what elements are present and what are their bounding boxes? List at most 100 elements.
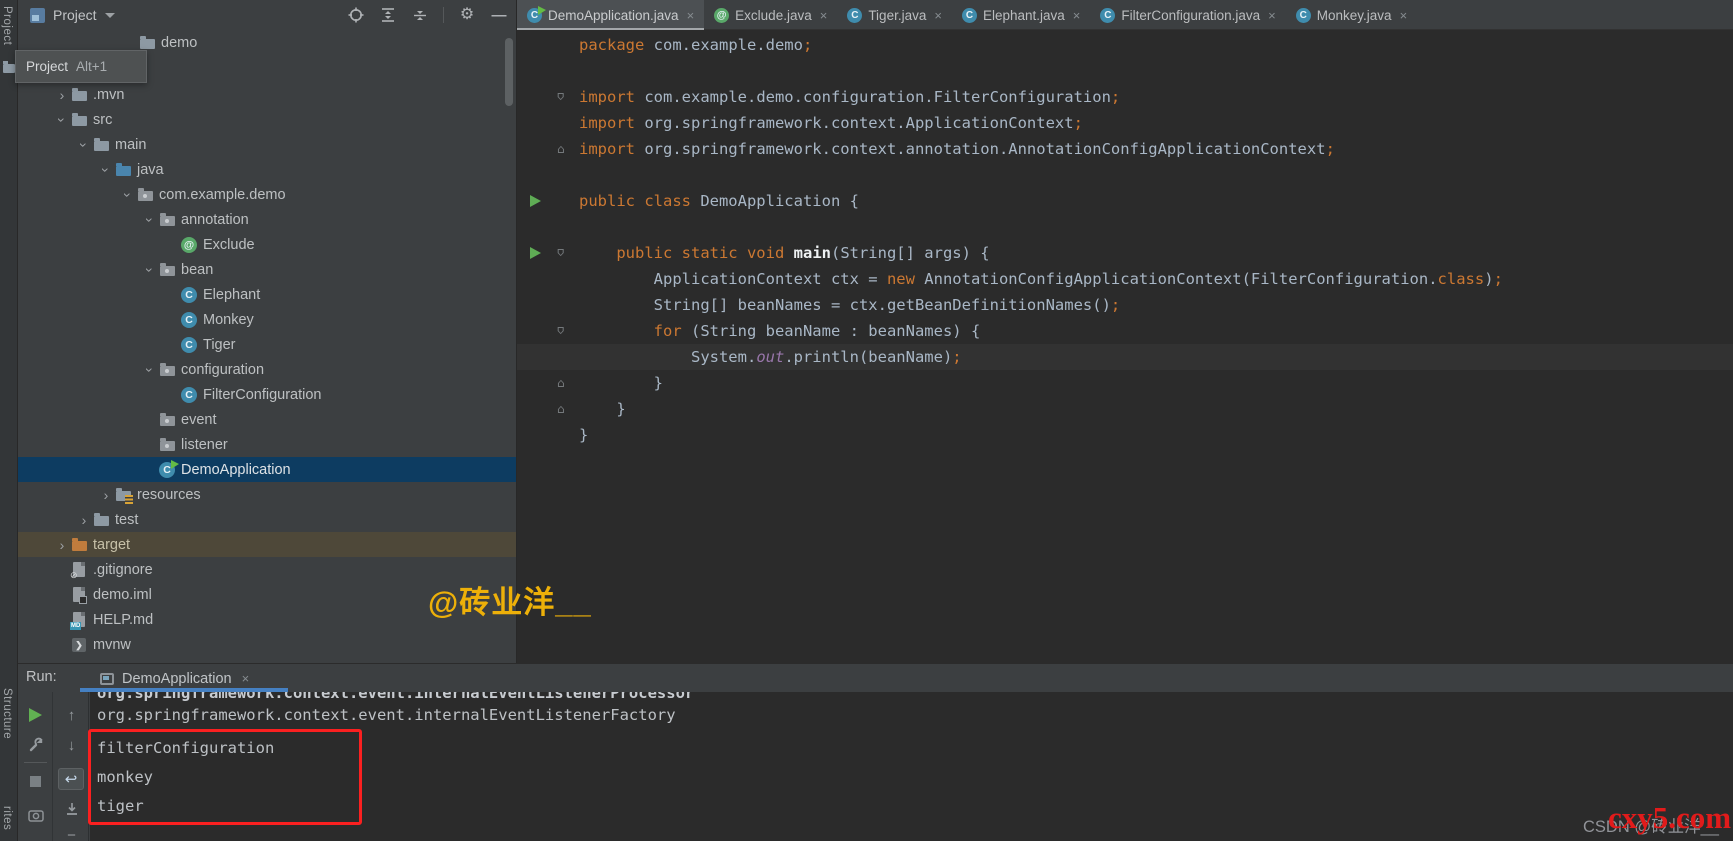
expand-all-icon[interactable] [379, 6, 397, 24]
code-line-7[interactable]: public class DemoApplication { [517, 188, 1733, 214]
code-line-12[interactable]: ⌂ for (String beanName : beanNames) { [517, 318, 1733, 344]
tree-row-mvnw[interactable]: ›❯mvnw [18, 632, 516, 657]
run-gutter-icon[interactable] [530, 247, 541, 259]
tree-row-filterconfiguration[interactable]: ›CFilterConfiguration [18, 382, 516, 407]
strip-label-structure[interactable]: Structure [1, 688, 13, 739]
code-line-13[interactable]: System.out.println(beanName); [517, 344, 1733, 370]
strip-label-favorites[interactable]: rites [1, 806, 13, 830]
code-line-15[interactable]: ⌂ } [517, 396, 1733, 422]
class-icon: C [1100, 8, 1115, 23]
tree-row-main[interactable]: ›main [18, 132, 516, 157]
tree-chevron-icon[interactable]: › [120, 187, 136, 203]
run-tab-close-icon[interactable]: × [242, 671, 250, 686]
tree-row-tiger[interactable]: ›CTiger [18, 332, 516, 357]
console-icon [100, 673, 114, 685]
tree-row-mvn[interactable]: ›.mvn [18, 82, 516, 107]
editor-tab-monkey[interactable]: CMonkey.java× [1286, 0, 1417, 30]
run-gutter-icon[interactable] [530, 195, 541, 207]
code-line-3[interactable]: ⌂import com.example.demo.configuration.F… [517, 84, 1733, 110]
more-options-icon[interactable]: − [54, 824, 89, 841]
rerun-button[interactable] [18, 704, 53, 726]
code-editor[interactable]: package com.example.demo; ⌂import com.exa… [517, 30, 1733, 663]
folder-icon [72, 91, 87, 101]
tree-row-bean[interactable]: ›bean [18, 257, 516, 282]
settings-wrench-icon[interactable] [18, 734, 53, 756]
tree-row-configuration[interactable]: ›configuration [18, 357, 516, 382]
code-line-14[interactable]: ⌂ } [517, 370, 1733, 396]
up-stacktrace-icon[interactable]: ↑ [54, 704, 89, 726]
collapse-all-icon[interactable] [411, 6, 429, 24]
scroll-to-end-icon[interactable] [54, 798, 89, 820]
soft-wrap-toggle[interactable]: ↩ [58, 768, 84, 790]
tree-chevron-icon[interactable]: › [98, 162, 114, 178]
tree-row-elephant[interactable]: ›CElephant [18, 282, 516, 307]
code-line-4[interactable]: import org.springframework.context.Appli… [517, 110, 1733, 136]
editor-tab-exclude[interactable]: @Exclude.java× [704, 0, 837, 30]
fold-marker-icon[interactable]: ⌂ [557, 84, 565, 110]
stop-button[interactable] [18, 770, 53, 792]
down-stacktrace-icon[interactable]: ↓ [54, 734, 89, 756]
editor-tab-tiger[interactable]: CTiger.java× [837, 0, 952, 30]
tab-close-icon[interactable]: × [687, 8, 695, 23]
code-line-1[interactable]: package com.example.demo; [517, 32, 1733, 58]
tree-scrollbar[interactable] [505, 38, 513, 106]
tab-close-icon[interactable]: × [1400, 8, 1408, 23]
tree-row-demoapplication[interactable]: ›CDemoApplication [18, 457, 516, 482]
tree-chevron-icon[interactable]: › [54, 87, 70, 103]
project-panel-title[interactable]: Project [53, 7, 97, 23]
tree-row-event[interactable]: ›event [18, 407, 516, 432]
tree-row-java[interactable]: ›java [18, 157, 516, 182]
tree-chevron-icon[interactable]: › [142, 362, 158, 378]
tab-close-icon[interactable]: × [1268, 8, 1276, 23]
class-icon: C [962, 8, 977, 23]
locate-file-icon[interactable] [347, 6, 365, 24]
code-line-9[interactable]: ⌂ public static void main(String[] args)… [517, 240, 1733, 266]
strip-label-project[interactable]: Project [1, 6, 13, 45]
tree-chevron-icon[interactable]: › [54, 112, 70, 128]
run-console[interactable]: org.springframework.context.event.intern… [90, 692, 1733, 841]
tree-chevron-icon[interactable]: › [54, 537, 70, 553]
screenshot-icon[interactable] [18, 804, 53, 826]
code-line-8[interactable] [517, 214, 1733, 240]
fold-marker-icon[interactable]: ⌂ [557, 240, 565, 266]
tree-chevron-icon[interactable]: › [142, 212, 158, 228]
chevron-down-icon[interactable] [105, 13, 115, 18]
editor-tab-demoapplication[interactable]: CDemoApplication.java× [517, 0, 704, 30]
class-run-icon: C [527, 8, 542, 23]
code-line-16[interactable]: } [517, 422, 1733, 448]
editor-tab-elephant[interactable]: CElephant.java× [952, 0, 1090, 30]
tree-row-resources[interactable]: ›resources [18, 482, 516, 507]
tree-row-target[interactable]: ›target [18, 532, 516, 557]
tree-row-comexampledemo[interactable]: ›com.example.demo [18, 182, 516, 207]
tree-row-exclude[interactable]: ›@Exclude [18, 232, 516, 257]
tree-row-listener[interactable]: ›listener [18, 432, 516, 457]
code-line-6[interactable] [517, 162, 1733, 188]
tree-row-src[interactable]: ›src [18, 107, 516, 132]
code-line-2[interactable] [517, 58, 1733, 84]
fold-marker-icon[interactable]: ⌂ [557, 396, 565, 422]
hide-panel-icon[interactable]: — [490, 6, 508, 24]
tree-row-test[interactable]: ›test [18, 507, 516, 532]
gear-icon[interactable]: ⚙ [458, 6, 476, 24]
tab-close-icon[interactable]: × [820, 8, 828, 23]
fold-marker-icon[interactable]: ⌂ [557, 136, 565, 162]
tree-chevron-icon[interactable]: › [98, 487, 114, 503]
code-line-11[interactable]: String[] beanNames = ctx.getBeanDefiniti… [517, 292, 1733, 318]
tree-chevron-icon[interactable]: › [142, 262, 158, 278]
tree-item-label: Elephant [203, 287, 260, 303]
watermark-center: @砖业洋__ [428, 577, 592, 622]
code-line-10[interactable]: ApplicationContext ctx = new AnnotationC… [517, 266, 1733, 292]
tree-row-annotation[interactable]: ›annotation [18, 207, 516, 232]
tab-label: Monkey.java [1317, 8, 1392, 23]
tree-chevron-icon[interactable]: › [76, 512, 92, 528]
editor-tab-filterconfiguration[interactable]: CFilterConfiguration.java× [1090, 0, 1285, 30]
tool-window-icon[interactable] [30, 8, 45, 23]
tree-row-monkey[interactable]: ›CMonkey [18, 307, 516, 332]
tab-close-icon[interactable]: × [934, 8, 942, 23]
project-stripe-icon[interactable] [3, 64, 15, 73]
fold-marker-icon[interactable]: ⌂ [557, 318, 565, 344]
code-line-5[interactable]: ⌂import org.springframework.context.anno… [517, 136, 1733, 162]
tree-chevron-icon[interactable]: › [76, 137, 92, 153]
tab-close-icon[interactable]: × [1073, 8, 1081, 23]
fold-marker-icon[interactable]: ⌂ [557, 370, 565, 396]
